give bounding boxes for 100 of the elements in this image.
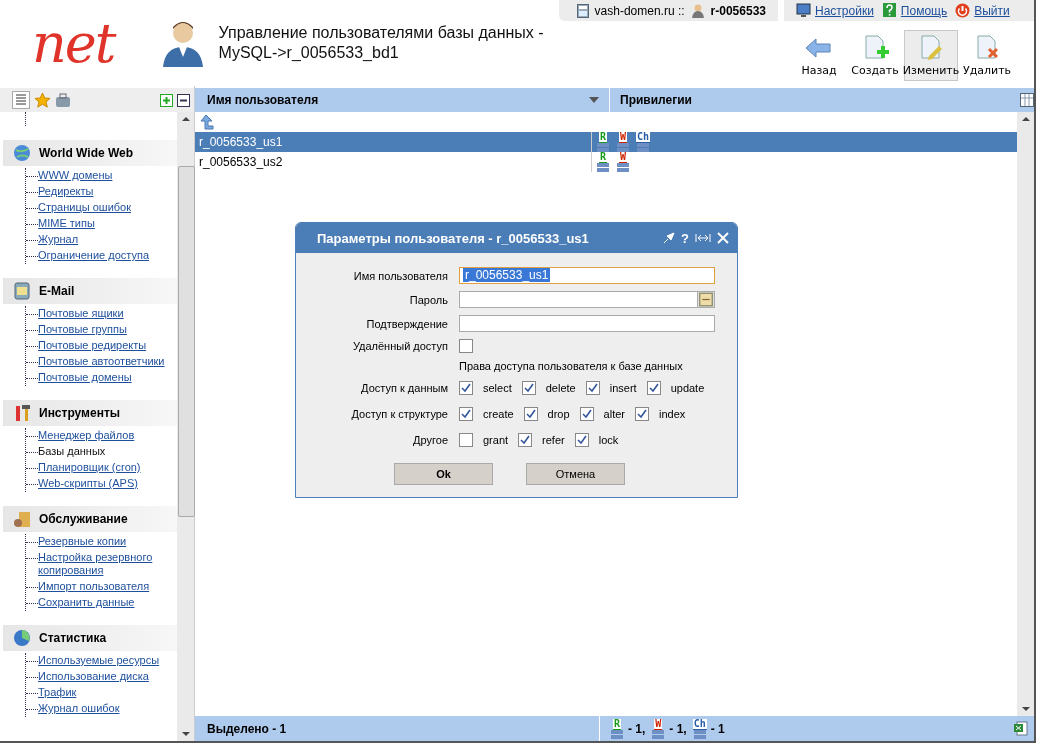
toolbar-button[interactable]: Назад <box>792 30 846 81</box>
username-text: r-0056533 <box>710 3 766 18</box>
checkbox[interactable] <box>579 407 594 421</box>
checkbox[interactable] <box>459 433 473 447</box>
checkbox-label: grant <box>483 434 509 446</box>
sidebar-link[interactable]: Настройка резервного копирования <box>38 551 177 577</box>
excel-icon[interactable] <box>1014 721 1028 736</box>
scrollbar[interactable] <box>1017 112 1034 716</box>
field-label: Имя пользователя <box>352 269 449 282</box>
field-label: Другое <box>412 434 449 446</box>
user-name: r_0056533_us2 <box>199 155 283 169</box>
checkbox-label: refer <box>542 434 565 446</box>
globe-icon <box>13 144 31 162</box>
up-arrow-icon[interactable] <box>199 114 215 130</box>
database-icon <box>616 163 630 172</box>
checkbox[interactable] <box>518 433 533 447</box>
confirm-field[interactable] <box>459 315 715 332</box>
briefcase-icon[interactable] <box>55 92 71 108</box>
database-icon <box>692 729 707 739</box>
top-link[interactable]: Помощь <box>881 3 948 18</box>
database-icon <box>636 143 650 152</box>
cancel-button[interactable]: Отмена <box>526 463 625 485</box>
sidebar-link[interactable]: Импорт пользователя <box>38 580 150 593</box>
sidebar-link[interactable]: Журнал <box>38 233 79 246</box>
collapse-icon[interactable] <box>177 93 190 107</box>
database-icon <box>596 143 610 152</box>
logo: net <box>31 10 117 77</box>
resize-icon[interactable] <box>695 232 711 244</box>
table-row[interactable]: r_0056533_us1 R W Ch <box>195 132 1017 152</box>
boxes-icon <box>13 510 31 528</box>
ok-button[interactable]: Ok <box>394 463 493 485</box>
sort-caret-icon[interactable] <box>589 97 599 103</box>
checkbox-label: drop <box>547 408 570 420</box>
sidebar-link[interactable]: Используемые ресурсы <box>38 654 160 667</box>
sidebar-link[interactable]: Сохранить данные <box>38 596 135 609</box>
help-button[interactable]: ? <box>681 230 689 246</box>
sidebar-link[interactable]: Использование диска <box>38 670 149 683</box>
checkbox[interactable] <box>459 407 473 421</box>
checkbox[interactable] <box>635 407 649 421</box>
checkbox[interactable] <box>459 339 473 353</box>
checkbox[interactable] <box>574 433 589 447</box>
power-icon <box>955 3 971 18</box>
database-icon <box>651 729 666 739</box>
top-link[interactable]: Выйти <box>955 3 1010 18</box>
checkbox[interactable] <box>585 381 600 395</box>
checkbox[interactable] <box>459 381 473 395</box>
field-label: Подтверждение <box>365 317 449 330</box>
selection-count: Выделено - 1 <box>207 721 287 736</box>
sidebar-link[interactable]: MIME типы <box>38 217 95 230</box>
checkbox[interactable] <box>521 381 536 395</box>
username-field[interactable]: r_0056533_us1 <box>459 267 715 284</box>
section-heading: Права доступа пользователя к базе данных <box>458 360 684 372</box>
close-icon[interactable] <box>717 232 729 244</box>
sidebar-link[interactable]: Планировщик (cron) <box>38 461 141 474</box>
tools-icon <box>13 404 31 422</box>
checkbox-label: index <box>659 408 686 420</box>
column-header[interactable]: Имя пользователя <box>207 93 319 107</box>
toolbar-button[interactable]: Удалить <box>960 30 1014 81</box>
table-row[interactable]: r_0056533_us2 R W <box>195 152 1017 172</box>
checkbox-label: lock <box>598 434 619 446</box>
sidebar-link[interactable]: Страницы ошибок <box>38 201 132 214</box>
sidebar-link[interactable]: Трафик <box>38 686 77 699</box>
database-icon <box>616 143 630 152</box>
sidebar-link[interactable]: Журнал ошибок <box>38 702 120 715</box>
count-text: - 1, <box>669 721 687 736</box>
list-icon[interactable] <box>12 91 30 109</box>
sidebar-link[interactable]: Почтовые редиректы <box>38 339 147 352</box>
password-field[interactable] <box>459 291 715 308</box>
sidebar-link[interactable]: Почтовые группы <box>38 323 127 336</box>
checkbox-label: alter <box>603 408 625 420</box>
sidebar-link[interactable]: Почтовые ящики <box>38 307 124 320</box>
database-icon <box>596 163 610 172</box>
section-title: Статистика <box>39 631 107 645</box>
toolbar-button[interactable]: Создать <box>848 30 902 81</box>
field-label: Доступ к структуре <box>350 408 449 420</box>
checkbox[interactable] <box>646 381 661 395</box>
sidebar-link[interactable]: Редиректы <box>38 185 94 198</box>
pin-icon[interactable] <box>663 232 676 244</box>
checkbox-label: insert <box>609 382 637 394</box>
toolbar-button[interactable]: Изменить <box>904 30 958 81</box>
sidebar-link[interactable]: Почтовые автоответчики <box>38 355 165 368</box>
top-link[interactable]: Настройки <box>796 3 874 18</box>
sidebar-link[interactable]: Резервные копии <box>38 535 127 548</box>
sidebar-item[interactable]: Базы данных <box>38 445 106 458</box>
scrollbar[interactable] <box>177 112 194 741</box>
count-text: - 1, <box>628 721 646 736</box>
checkbox[interactable] <box>523 407 538 421</box>
star-icon[interactable] <box>34 91 51 109</box>
section-title: Инструменты <box>39 406 121 420</box>
monitor-icon <box>796 3 811 18</box>
sidebar-link[interactable]: Web-скрипты (APS) <box>38 477 138 490</box>
user-name: r_0056533_us1 <box>199 135 283 149</box>
database-icon <box>610 729 624 739</box>
column-header[interactable]: Привилегии <box>620 93 692 107</box>
page-title: Управление пользователями базы данных - MySQL->r_0056533_bd1 <box>218 23 545 63</box>
table-settings-icon[interactable] <box>1020 93 1034 107</box>
sidebar-link[interactable]: Почтовые домены <box>38 371 132 384</box>
sidebar-link[interactable]: Менеджер файлов <box>38 429 135 442</box>
sidebar-link[interactable]: WWW домены <box>38 169 113 182</box>
sidebar-link[interactable]: Ограничение доступа <box>38 249 150 262</box>
